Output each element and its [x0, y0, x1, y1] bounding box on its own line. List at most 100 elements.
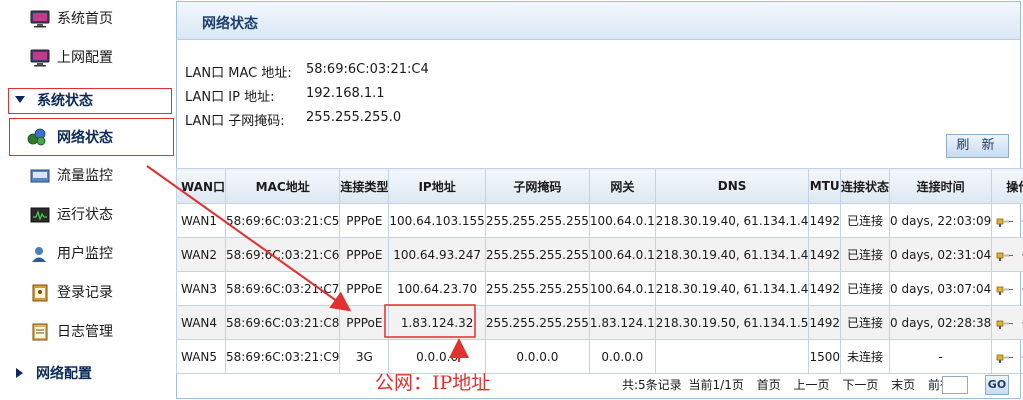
column-header: 操作: [991, 168, 1023, 204]
table-cell: 已连接: [839, 271, 891, 306]
sidebar-item-user-monitor[interactable]: 用户监控: [0, 236, 178, 272]
table-cell: 0 days, 22:03:09: [888, 203, 993, 238]
table-cell: 已连接: [839, 203, 891, 238]
lan-mac-label: LAN口 MAC 地址:: [185, 66, 292, 81]
lan-ip-value: 192.168.1.1: [306, 86, 385, 101]
table-cell: 58:69:6C:03:21:C7: [225, 271, 341, 306]
sidebar-item-traffic-monitor[interactable]: 流量监控: [0, 158, 178, 194]
column-header: MAC地址: [225, 168, 341, 204]
pager: 共:5条记录 当前1/1页 首页 上一页 下一页 末页 前往第: [622, 376, 973, 393]
section-label: 系统状态: [37, 93, 93, 109]
table-cell: 0 days, 02:31:04: [888, 237, 993, 272]
table-cell: 100.64.0.1: [588, 237, 656, 272]
table-cell: PPPoE: [339, 203, 390, 238]
table-cell: WAN1: [175, 203, 227, 238]
page-title: 网络状态: [202, 16, 258, 32]
table-cell: 218.30.19.40, 61.134.1.4: [654, 203, 810, 238]
lan-mac-value: 58:69:6C:03:21:C4: [306, 62, 429, 77]
prev-page-link[interactable]: 上一页: [794, 378, 830, 392]
login-record-icon: [32, 284, 48, 302]
table-cell: PPPoE: [339, 271, 390, 306]
table-cell: WAN4: [175, 305, 227, 340]
table-cell: 218.30.19.40, 61.134.1.4: [654, 237, 810, 272]
sidebar-item-home[interactable]: 系统首页: [0, 1, 178, 37]
table-cell: 218.30.19.50, 61.134.1.5: [654, 305, 810, 340]
next-page-link[interactable]: 下一页: [842, 378, 878, 392]
sidebar-item-label: 上网配置: [57, 50, 113, 66]
sidebar-item-label: 运行状态: [57, 207, 113, 223]
table-cell: 58:69:6C:03:21:C8: [225, 305, 341, 340]
triangle-right-icon: [16, 368, 23, 378]
page-number-input[interactable]: [942, 376, 968, 394]
connect-icon[interactable]: [995, 350, 1015, 364]
table-cell: WAN2: [175, 237, 227, 272]
sidebar-item-label: 用户监控: [57, 246, 113, 262]
operation-cell: [991, 203, 1023, 238]
table-cell: 1492: [808, 271, 841, 306]
connect-icon[interactable]: [995, 214, 1015, 228]
monitor-icon: [30, 49, 50, 67]
monitor-icon: [30, 10, 50, 28]
table-cell: 已连接: [839, 305, 891, 340]
table-row: WAN1 58:69:6C:03:21:C5 PPPoE 100.64.103.155…: [175, 203, 1023, 238]
go-button[interactable]: GO: [985, 375, 1009, 395]
lan-mask-label: LAN口 子网掩码:: [185, 114, 285, 129]
operation-cell: [991, 237, 1023, 272]
column-header: DNS: [654, 168, 810, 204]
table-cell: 1.83.124.32: [388, 305, 486, 340]
table-cell: 100.64.93.247: [388, 237, 486, 272]
connect-icon[interactable]: [995, 316, 1015, 330]
sidebar-section-network-config[interactable]: 网络配置: [8, 362, 172, 388]
table-cell: 218.30.19.40, 61.134.1.4: [654, 271, 810, 306]
table-row: WAN2 58:69:6C:03:21:C6 PPPoE 100.64.93.247 2…: [175, 237, 1023, 272]
last-page-link[interactable]: 末页: [891, 378, 915, 392]
table-cell: 1492: [808, 237, 841, 272]
triangle-down-icon: [15, 96, 25, 103]
column-header: MTU: [808, 168, 841, 204]
user-icon: [32, 247, 46, 262]
table-cell: 0 days, 02:28:38: [888, 305, 993, 340]
table-cell: 0 days, 03:07:04: [888, 271, 993, 306]
sidebar-item-internet-config[interactable]: 上网配置: [0, 40, 178, 76]
sidebar-item-label: 网络状态: [57, 130, 113, 146]
panel-header: 网络状态: [177, 2, 1020, 40]
first-page-link[interactable]: 首页: [757, 378, 781, 392]
table-cell: 255.255.255.255: [484, 203, 590, 238]
table-cell: 1492: [808, 203, 841, 238]
sidebar-item-label: 日志管理: [57, 324, 113, 340]
table-row: WAN4 58:69:6C:03:21:C8 PPPoE 1.83.124.32 255…: [175, 305, 1023, 340]
table-cell: WAN3: [175, 271, 227, 306]
table-row: WAN3 58:69:6C:03:21:C7 PPPoE 100.64.23.70 25…: [175, 271, 1023, 306]
table-cell: WAN5: [175, 339, 227, 374]
table-cell: 1500: [808, 339, 841, 374]
sidebar-item-run-status[interactable]: 运行状态: [0, 197, 178, 233]
sidebar-item-log-manage[interactable]: 日志管理: [0, 314, 178, 350]
refresh-button[interactable]: 刷 新: [946, 134, 1009, 158]
table-cell: 100.64.0.1: [588, 271, 656, 306]
operation-cell: [991, 271, 1023, 306]
sidebar-item-label: 流量监控: [57, 168, 113, 184]
sidebar: 系统首页 上网配置 系统状态 网络状态 流量监控 运行状态 用户监控 登录记录 …: [0, 0, 178, 400]
table-cell: PPPoE: [339, 305, 390, 340]
table-cell: 1492: [808, 305, 841, 340]
table-header-row: WAN口 MAC地址 连接类型 IP地址 子网掩码 网关 DNS MTU 连接状…: [175, 168, 1023, 204]
connect-icon[interactable]: [995, 282, 1015, 296]
sidebar-item-label: 登录记录: [57, 285, 113, 301]
sidebar-item-label: 系统首页: [57, 11, 113, 27]
table-cell: 58:69:6C:03:21:C5: [225, 203, 341, 238]
operation-cell: [991, 339, 1023, 374]
page-indicator: 当前1/1页: [688, 378, 744, 392]
connect-icon[interactable]: [995, 248, 1015, 262]
record-count: 共:5条记录: [622, 378, 682, 392]
sidebar-item-login-record[interactable]: 登录记录: [0, 275, 178, 311]
table-cell: 0.0.0.0: [484, 339, 590, 374]
table-cell: 1.83.124.1: [588, 305, 656, 340]
table-cell: 58:69:6C:03:21:C6: [225, 237, 341, 272]
sidebar-item-network-status[interactable]: 网络状态: [9, 118, 174, 156]
column-header: 子网掩码: [484, 168, 590, 204]
table-cell: 100.64.0.1: [588, 203, 656, 238]
column-header: WAN口: [175, 168, 227, 204]
operation-cell: [991, 305, 1023, 340]
sidebar-section-system-status[interactable]: 系统状态: [8, 88, 172, 114]
table-cell: 已连接: [839, 237, 891, 272]
